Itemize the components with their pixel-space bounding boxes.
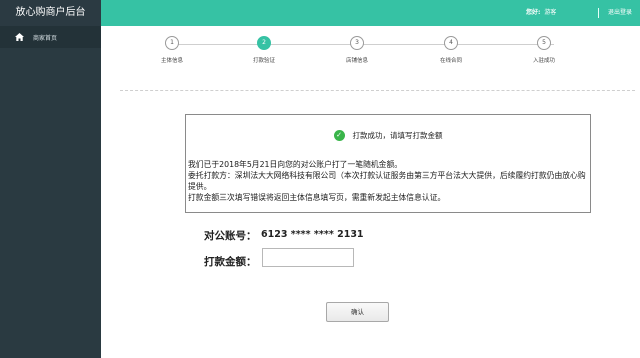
amount-label: 打款金额：	[204, 256, 257, 268]
message-line: 我们已于2018年5月21日向您的对公账户打了一笔随机金额。	[188, 160, 403, 169]
account-label: 对公账号：	[204, 230, 257, 242]
step-label: 在线合同	[439, 58, 462, 64]
step-circle: 1	[165, 36, 179, 50]
message-body: 我们已于2018年5月21日向您的对公账户打了一笔随机金额。 委托打款方：深圳法…	[188, 159, 588, 203]
success-message-box: ✓ 打款成功，请填写打款金额 我们已于2018年5月21日向您的对公账户打了一笔…	[185, 114, 591, 213]
step-label: 打款验证	[252, 58, 275, 64]
step-5: 5 入驻成功	[514, 36, 574, 64]
step-circle: 3	[350, 36, 364, 50]
step-1: 1 主体信息	[142, 36, 202, 64]
step-circle: 4	[444, 36, 458, 50]
message-title: ✓ 打款成功，请填写打款金额	[186, 115, 590, 155]
header-divider	[598, 8, 599, 18]
step-label: 店铺信息	[345, 58, 368, 64]
home-icon	[15, 33, 24, 41]
step-circle: 5	[537, 36, 551, 50]
account-number: 6123 **** **** 2131	[261, 229, 364, 240]
amount-input[interactable]	[262, 248, 354, 267]
confirm-button[interactable]: 确认	[326, 302, 389, 322]
brand-title: 放心购商户后台	[0, 0, 101, 26]
username[interactable]: 游客	[544, 9, 556, 16]
step-4: 4 在线合同	[421, 36, 481, 64]
logout-link[interactable]: 退出登录	[608, 0, 632, 26]
step-label: 入驻成功	[532, 58, 555, 64]
greeting-label: 您好:	[526, 9, 541, 16]
message-line: 委托打款方：深圳法大大网络科技有限公司（本次打款认证服务由第三方平台法大大提供，…	[188, 171, 586, 191]
user-greeting: 您好: 游客	[526, 0, 556, 26]
header-bar: 您好: 游客 退出登录	[101, 0, 640, 26]
top-bar: 放心购商户后台 您好: 游客 退出登录	[0, 0, 640, 26]
sidebar-item-label: 商家首页	[33, 34, 58, 42]
step-2: 2 打款验证	[234, 36, 294, 64]
section-divider	[120, 90, 635, 91]
message-line: 打款金额三次填写错误将返回主体信息填写页，需重新发起主体信息认证。	[188, 193, 446, 202]
step-3: 3 店铺信息	[327, 36, 387, 64]
step-circle: 2	[257, 36, 271, 50]
sidebar-item-home[interactable]: 商家首页	[0, 26, 101, 48]
progress-stepper: 1 主体信息 2 打款验证 3 店铺信息 4 在线合同 5 入驻成功	[101, 26, 640, 86]
sidebar: 商家首页	[0, 26, 101, 358]
check-circle-icon: ✓	[333, 129, 345, 141]
step-label: 主体信息	[160, 58, 183, 64]
message-title-text: 打款成功，请填写打款金额	[352, 130, 443, 140]
